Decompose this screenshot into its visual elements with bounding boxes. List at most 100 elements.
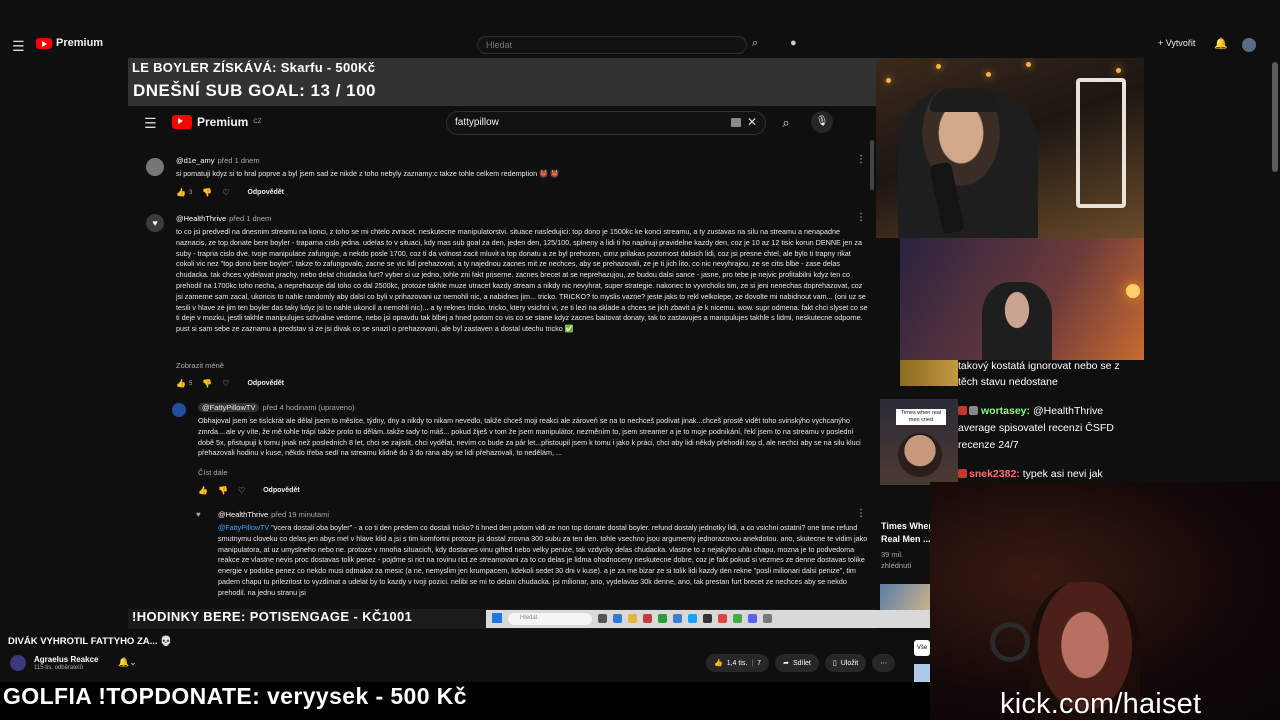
heart-icon[interactable]: ♡ <box>222 379 229 388</box>
filter-chip-all[interactable]: Vše <box>914 640 930 656</box>
more-options-icon[interactable]: ⋯ <box>872 654 896 672</box>
overlay-last-winner: LE BOYLER ZÍSKÁVÁ: Skarfu - 500Kč <box>132 60 376 75</box>
folder-icon[interactable] <box>628 614 637 623</box>
app-icon[interactable] <box>643 614 652 623</box>
like-icon[interactable]: 👍 <box>176 188 186 197</box>
logo-text: Premium <box>56 37 104 49</box>
reply-button[interactable]: Odpovědět <box>247 380 284 387</box>
microphone-icon[interactable]: 🎙 <box>811 111 833 133</box>
app-icon[interactable] <box>688 614 697 623</box>
chat-message: snek2382: typek asi nevi jak <box>958 466 1103 483</box>
logo-text: Premium <box>197 115 249 129</box>
recommended-title[interactable]: Times When Real Men ... <box>881 520 934 546</box>
comment-author[interactable]: @HealthThrive <box>218 510 268 519</box>
thumbnail-face <box>898 433 942 477</box>
recommended-thumbnail[interactable] <box>880 584 930 610</box>
save-label: Uložit <box>840 659 859 667</box>
search-icon[interactable]: ⌕ <box>772 111 800 135</box>
bell-icon[interactable]: 🔔 <box>1214 37 1228 50</box>
webcam-top <box>876 58 1144 238</box>
search-icon[interactable]: ⌕ <box>752 37 758 50</box>
comment-time[interactable]: před 1 dnem <box>217 156 259 165</box>
microphone-icon[interactable]: ● <box>790 37 797 49</box>
like-icon[interactable]: 👍 <box>176 379 186 388</box>
taskbar-search[interactable]: Hledat <box>508 613 592 625</box>
scrollbar[interactable] <box>1272 62 1278 172</box>
comment-count: 7 <box>757 659 762 667</box>
dislike-icon[interactable]: 👎 <box>202 379 212 388</box>
keyboard-icon[interactable] <box>731 118 741 127</box>
chat-message: takový kostatá ignorovat nebo se z <box>958 358 1120 375</box>
cap <box>930 88 1000 112</box>
heart-icon[interactable]: ♡ <box>222 188 229 197</box>
recommended-thumbnail[interactable] <box>914 664 930 684</box>
view-count: 39 mil. <box>881 550 904 559</box>
channel-name[interactable]: Agraelus Reakce <box>34 655 98 664</box>
recommended-thumbnail[interactable]: Times when real men cried <box>880 399 958 485</box>
heart-icon[interactable]: ♥ <box>196 510 201 519</box>
discord-icon[interactable] <box>748 614 757 623</box>
app-icon[interactable] <box>703 614 712 623</box>
comment-author[interactable]: @HealthThrive <box>176 214 226 223</box>
bell-icon[interactable]: 🔔⌄ <box>118 657 137 668</box>
search-input[interactable]: fattypillow ✕ <box>446 111 766 135</box>
comment-time[interactable]: před 4 hodinami (upraveno) <box>262 403 354 412</box>
light-decoration <box>986 72 991 77</box>
comment-time[interactable]: před 19 minutami <box>271 510 329 519</box>
comment-time[interactable]: před 1 dnem <box>229 214 271 223</box>
channel-avatar[interactable] <box>10 655 26 671</box>
chat-username[interactable]: wortasey: <box>981 405 1030 417</box>
share-icon: ➦ <box>783 660 789 667</box>
app-icon[interactable] <box>673 614 682 623</box>
comment-actions: 👍 3 👎 ♡ Odpovědět <box>176 188 284 197</box>
heart-avatar-icon[interactable]: ♥ <box>146 214 164 232</box>
like-icon[interactable]: 👍 <box>198 486 208 495</box>
windows-start-icon[interactable] <box>492 613 502 623</box>
like-icon: 👍 <box>714 660 723 667</box>
chat-text: typek asi nevi jak <box>1022 468 1103 480</box>
comment-avatar[interactable] <box>172 403 186 417</box>
search-value: fattypillow <box>455 117 499 128</box>
more-options-icon[interactable]: ⋮ <box>856 212 866 223</box>
more-options-icon[interactable]: ⋮ <box>856 154 866 165</box>
overlay-watch-bid: !HODINKY BERE: POTISENGAGE - KČ1001 <box>132 609 413 624</box>
share-button[interactable]: ➦ Sdílet <box>775 654 819 672</box>
app-icon[interactable] <box>598 614 607 623</box>
youtube-play-icon <box>172 115 192 129</box>
reply-button[interactable]: Odpovědět <box>263 487 300 494</box>
avatar[interactable] <box>1242 38 1256 52</box>
chat-username[interactable]: snek2382: <box>969 468 1020 480</box>
search-input[interactable]: Hledat <box>477 36 747 54</box>
app-icon[interactable] <box>763 614 772 623</box>
like-count: 5 <box>188 380 193 387</box>
youtube-logo[interactable]: Premium <box>36 37 103 49</box>
chat-text: těch stavu nedostane <box>958 376 1058 388</box>
youtube-logo[interactable]: Premium CZ <box>172 115 261 129</box>
close-icon[interactable]: ✕ <box>747 115 757 129</box>
app-icon[interactable] <box>733 614 742 623</box>
app-icon[interactable] <box>658 614 667 623</box>
app-icon[interactable] <box>613 614 622 623</box>
menu-icon[interactable]: ☰ <box>144 115 157 132</box>
chat-message: těch stavu nedostane <box>958 374 1058 391</box>
comment-text: Obhajoval jsem se tisíckrát ale dělal js… <box>198 416 861 458</box>
like-button[interactable]: 👍 1,4 tis. | 7 <box>706 654 770 672</box>
menu-icon[interactable]: ☰ <box>12 38 25 55</box>
comment-author[interactable]: @d1e_amy <box>176 156 214 165</box>
comment-avatar[interactable] <box>146 158 164 176</box>
comment-author[interactable]: @FattyPillowTV <box>198 403 260 412</box>
show-less-link[interactable]: Zobrazit méně <box>176 361 224 370</box>
reply-button[interactable]: Odpovědět <box>247 189 284 196</box>
heart-icon[interactable]: ♡ <box>238 486 245 495</box>
more-options-icon[interactable]: ⋮ <box>856 508 866 519</box>
dislike-icon[interactable]: 👎 <box>218 486 228 495</box>
view-label: zhlédnutí <box>881 561 912 570</box>
mention-link[interactable]: @FattyPillowTV <box>218 523 269 532</box>
comment-text: @FattyPillowTV "vcera dostali oba boyler… <box>218 523 870 607</box>
app-icon[interactable] <box>718 614 727 623</box>
dislike-icon[interactable]: 👎 <box>202 188 212 197</box>
read-more-link[interactable]: Číst dále <box>198 468 228 477</box>
create-button[interactable]: + Vytvořit <box>1158 38 1195 48</box>
save-button[interactable]: ▯ Uložit <box>824 654 867 672</box>
scrollbar[interactable] <box>870 140 874 190</box>
